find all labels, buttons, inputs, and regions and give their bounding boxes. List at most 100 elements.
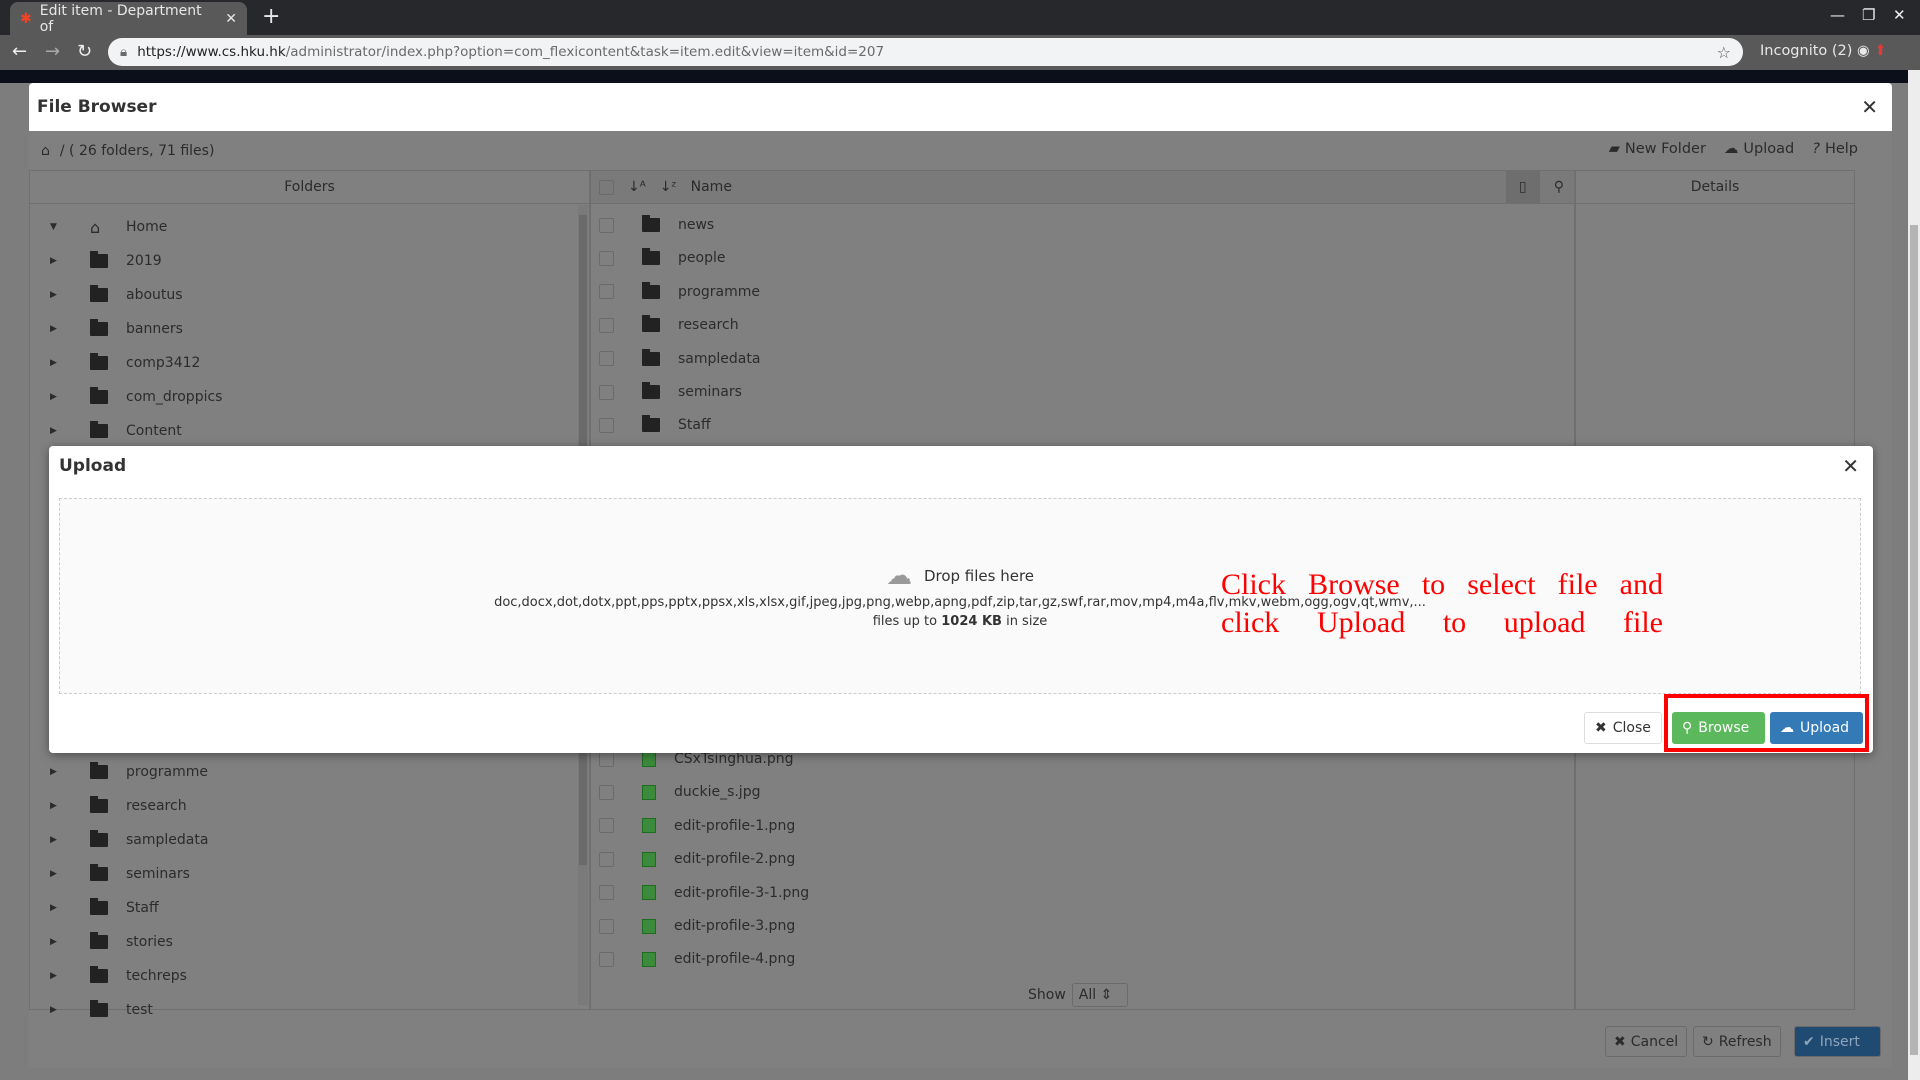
folder-tree-item[interactable]: ▶ 2019 (50, 250, 162, 272)
folder-tree-item[interactable]: ▶ Staff (50, 897, 159, 919)
caret-right-icon[interactable]: ▶ (50, 358, 60, 368)
forward-icon[interactable]: → (45, 41, 60, 62)
close-icon[interactable]: ✕ (1861, 95, 1878, 119)
caret-right-icon[interactable]: ▶ (50, 903, 60, 913)
sort-desc-icon[interactable]: ↓ᶻ (660, 179, 677, 195)
row-checkbox[interactable] (599, 250, 614, 266)
row-checkbox[interactable] (599, 284, 614, 300)
folder-icon (90, 353, 108, 370)
new-folder-button[interactable]: ▰ New Folder (1609, 141, 1706, 157)
file-list-item[interactable]: news (599, 214, 714, 236)
incognito-icon: ◉ (1857, 43, 1870, 59)
browse-button[interactable]: ⚲ Browse (1672, 712, 1765, 744)
file-list-item[interactable]: Staff (599, 414, 711, 436)
folder-tree-item[interactable]: ▶ aboutus (50, 284, 183, 306)
minimize-icon[interactable]: — (1830, 6, 1845, 24)
file-list-item[interactable]: edit-profile-2.png (599, 848, 795, 870)
incognito-indicator[interactable]: Incognito (2) ◉ ⬆ (1760, 43, 1886, 59)
row-checkbox[interactable] (599, 784, 614, 800)
insert-button[interactable]: ✔ Insert (1794, 1026, 1881, 1057)
file-list-item[interactable]: edit-profile-3-1.png (599, 882, 809, 904)
upload-toolbar-button[interactable]: ☁ Upload (1724, 141, 1794, 157)
close-icon[interactable]: ✕ (1842, 454, 1859, 478)
file-list-item[interactable]: edit-profile-4.png (599, 948, 795, 970)
caret-right-icon[interactable]: ▶ (50, 1005, 60, 1015)
folder-tree-item[interactable]: ▶ seminars (50, 863, 190, 885)
help-button[interactable]: ? Help (1812, 141, 1858, 157)
caret-right-icon[interactable]: ▶ (50, 835, 60, 845)
folder-tree-item[interactable]: ▼ ⌂ Home (50, 216, 167, 238)
file-list-item[interactable]: people (599, 247, 725, 269)
upload-button[interactable]: ☁ Upload (1770, 712, 1863, 744)
row-checkbox[interactable] (599, 417, 614, 433)
image-file-icon (642, 951, 656, 967)
row-checkbox[interactable] (599, 384, 614, 400)
bookmark-star-icon[interactable]: ☆ (1717, 43, 1731, 62)
folder-tree-item[interactable]: ▶ comp3412 (50, 352, 200, 374)
folder-tree-item[interactable]: ▶ test (50, 999, 153, 1021)
cancel-button[interactable]: ✖ Cancel (1605, 1026, 1688, 1057)
close-window-icon[interactable]: ✕ (1893, 6, 1906, 24)
folder-icon (90, 864, 108, 881)
row-checkbox[interactable] (599, 885, 614, 901)
caret-right-icon[interactable]: ▶ (50, 767, 60, 777)
caret-right-icon[interactable]: ▶ (50, 937, 60, 947)
select-all-checkbox[interactable] (599, 179, 614, 195)
folder-icon (90, 1000, 108, 1017)
address-bar[interactable]: 🔒︎ https://www.cs.hku.hk/administrator/i… (108, 38, 1743, 66)
folder-tree-item[interactable]: ▶ Content (50, 420, 182, 442)
folder-tree-item[interactable]: ▶ research (50, 795, 187, 817)
name-column-header[interactable]: Name (691, 179, 732, 195)
folder-tree-item[interactable]: ▶ sampledata (50, 829, 208, 851)
file-list-item[interactable]: research (599, 314, 739, 336)
sort-asc-icon[interactable]: ↓ᴬ (628, 179, 646, 195)
row-checkbox[interactable] (599, 351, 614, 367)
browser-tab[interactable]: ✱ Edit item - Department of ✕ (10, 2, 247, 35)
folder-tree-item[interactable]: ▶ programme (50, 761, 208, 783)
caret-right-icon[interactable]: ▶ (50, 392, 60, 402)
folder-tree-item[interactable]: ▶ stories (50, 931, 173, 953)
folder-tree-item[interactable]: ▶ techreps (50, 965, 187, 987)
folder-icon (642, 248, 660, 266)
folder-icon (90, 966, 108, 983)
page-scrollbar[interactable] (1908, 70, 1920, 1080)
back-icon[interactable]: ← (12, 41, 27, 62)
caret-right-icon[interactable]: ▶ (50, 971, 60, 981)
row-checkbox[interactable] (599, 851, 614, 867)
caret-right-icon[interactable]: ▶ (50, 290, 60, 300)
file-list-item[interactable]: seminars (599, 381, 742, 403)
caret-right-icon[interactable]: ▶ (50, 426, 60, 436)
file-list-item[interactable]: edit-profile-3.png (599, 915, 795, 937)
show-select[interactable]: All ⇕ (1071, 983, 1128, 1007)
refresh-button[interactable]: ↻ Refresh (1693, 1026, 1781, 1057)
folder-tree-item[interactable]: ▶ banners (50, 318, 183, 340)
row-checkbox[interactable] (599, 751, 614, 767)
new-tab-icon[interactable]: + (262, 4, 280, 29)
caret-right-icon[interactable]: ▶ (50, 256, 60, 266)
folder-icon (90, 898, 108, 915)
file-list-item[interactable]: edit-profile-1.png (599, 815, 795, 837)
file-list-item[interactable]: programme (599, 281, 760, 303)
row-checkbox[interactable] (599, 217, 614, 233)
caret-right-icon[interactable]: ▶ (50, 324, 60, 334)
columns-icon[interactable]: ▯ (1505, 171, 1540, 203)
caret-right-icon[interactable]: ▶ (50, 801, 60, 811)
update-icon[interactable]: ⬆ (1874, 43, 1886, 59)
caret-right-icon[interactable]: ▶ (50, 869, 60, 879)
image-file-icon (642, 784, 656, 800)
home-icon[interactable]: ⌂ (41, 143, 50, 159)
close-tab-icon[interactable]: ✕ (225, 11, 237, 27)
folder-tree-item[interactable]: ▶ com_droppics (50, 386, 222, 408)
reload-icon[interactable]: ↻ (77, 41, 92, 62)
file-list-item[interactable]: duckie_s.jpg (599, 781, 760, 803)
close-button[interactable]: ✖ Close (1584, 712, 1662, 744)
search-icon[interactable]: ⚲ (1554, 179, 1564, 195)
caret-down-icon[interactable]: ▼ (50, 222, 60, 232)
row-checkbox[interactable] (599, 317, 614, 333)
tab-bar (0, 0, 1920, 35)
row-checkbox[interactable] (599, 818, 614, 834)
file-list-item[interactable]: sampledata (599, 348, 760, 370)
restore-icon[interactable]: ❐ (1862, 6, 1875, 24)
row-checkbox[interactable] (599, 951, 614, 967)
row-checkbox[interactable] (599, 918, 614, 934)
